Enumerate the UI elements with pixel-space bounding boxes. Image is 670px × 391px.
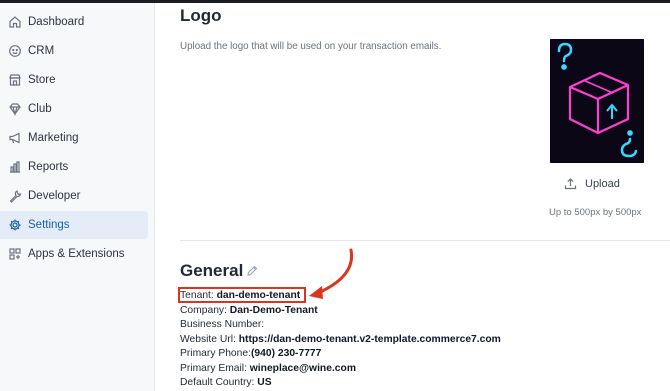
sidebar: Dashboard CRM Store Club Marketing Repor… <box>0 3 155 391</box>
wrench-icon <box>8 189 22 203</box>
annotation-highlight-box <box>178 287 306 303</box>
field-value: (940) 230-7777 <box>250 348 322 359</box>
sidebar-item-apps-extensions[interactable]: Apps & Extensions <box>0 240 148 268</box>
logo-section-description: Upload the logo that will be used on you… <box>180 41 442 52</box>
store-icon <box>8 73 22 87</box>
field-default-country: Default Country: US <box>180 377 272 388</box>
field-value[interactable]: https://dan-demo-tenant.v2-template.comm… <box>239 334 501 345</box>
field-primary-email: Primary Email: wineplace@wine.com <box>180 363 356 374</box>
upload-size-hint: Up to 500px by 500px <box>549 207 642 218</box>
smiley-icon <box>8 44 22 58</box>
logo-section-title: Logo <box>180 6 222 25</box>
field-business-number: Business Number: <box>180 319 264 330</box>
sidebar-item-label: Settings <box>28 219 70 231</box>
upload-label: Upload <box>585 177 620 190</box>
field-company: Company: Dan-Demo-Tenant <box>180 305 318 316</box>
section-divider <box>180 240 670 241</box>
sidebar-item-crm[interactable]: CRM <box>0 37 148 65</box>
field-label: Business Number: <box>180 319 265 330</box>
sidebar-item-dashboard[interactable]: Dashboard <box>0 8 148 36</box>
upload-button[interactable]: Upload <box>564 177 620 190</box>
sidebar-item-store[interactable]: Store <box>0 66 148 94</box>
main-content: Logo Upload the logo that will be used o… <box>156 3 670 391</box>
sidebar-item-label: Apps & Extensions <box>28 248 125 260</box>
field-website-url: Website Url: https://dan-demo-tenant.v2-… <box>180 334 501 345</box>
sidebar-item-developer[interactable]: Developer <box>0 182 148 210</box>
field-value: US <box>257 377 272 388</box>
sidebar-item-label: Reports <box>28 161 69 173</box>
sidebar-item-label: Store <box>28 74 56 86</box>
sidebar-item-reports[interactable]: Reports <box>0 153 148 181</box>
gear-icon <box>8 218 22 232</box>
sidebar-item-settings[interactable]: Settings <box>0 211 148 239</box>
home-icon <box>8 15 22 29</box>
apps-icon <box>8 247 22 261</box>
field-value: wineplace@wine.com <box>249 363 356 374</box>
pencil-icon[interactable] <box>246 265 258 277</box>
field-primary-phone: Primary Phone:(940) 230-7777 <box>180 348 321 359</box>
field-label: Primary Phone: <box>180 348 251 359</box>
sidebar-item-label: Developer <box>28 190 81 202</box>
bar-chart-icon <box>8 160 22 174</box>
sidebar-item-label: Marketing <box>28 132 79 144</box>
megaphone-icon <box>8 131 22 145</box>
sidebar-item-club[interactable]: Club <box>0 95 148 123</box>
sidebar-item-label: Club <box>28 103 52 115</box>
field-label: Default Country: <box>180 377 258 388</box>
annotation-arrow-icon <box>309 248 354 299</box>
field-label: Website Url: <box>180 334 239 345</box>
field-label: Primary Email: <box>180 363 250 374</box>
diamond-icon <box>8 102 22 116</box>
field-value: Dan-Demo-Tenant <box>229 305 318 316</box>
general-section-title: General <box>180 261 244 280</box>
logo-preview-image <box>550 39 644 163</box>
sidebar-item-label: CRM <box>28 45 55 57</box>
field-label: Company: <box>180 305 230 316</box>
sidebar-item-marketing[interactable]: Marketing <box>0 124 148 152</box>
upload-icon <box>564 178 577 190</box>
sidebar-item-label: Dashboard <box>28 16 85 28</box>
